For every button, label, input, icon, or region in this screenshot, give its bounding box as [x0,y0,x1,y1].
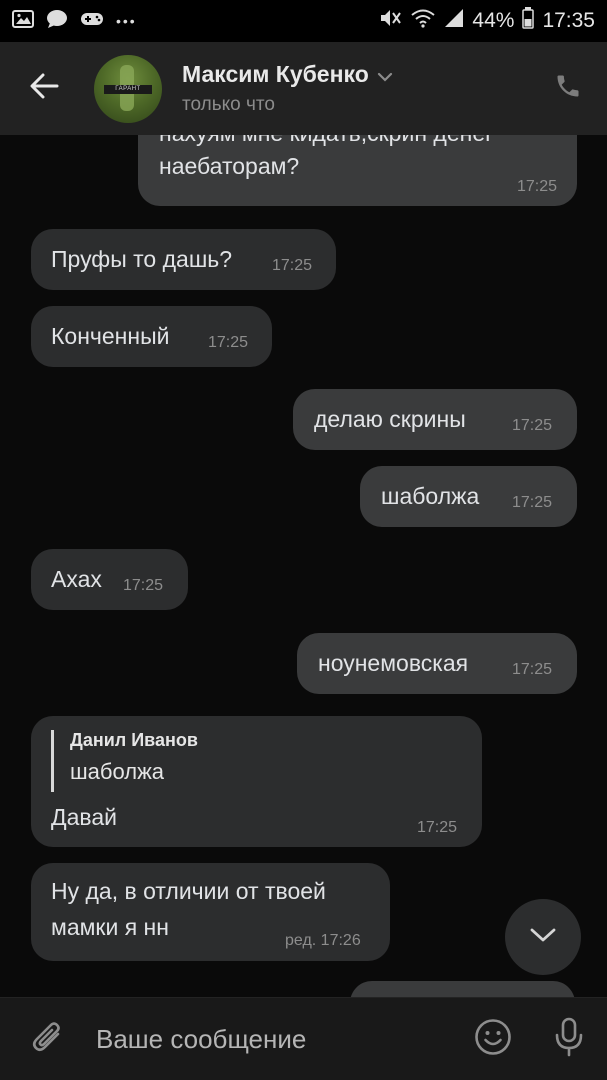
status-bar: ••• 44% 17:35 [0,0,607,42]
message-bubble-incoming[interactable]: Ахах 17:25 [31,549,188,610]
message-bubble-outgoing[interactable]: делаю скрины 17:25 [293,389,577,450]
gamepad-icon [80,10,104,33]
contact-name-text: Максим Кубенко [182,61,369,87]
message-bubble-incoming[interactable]: Ну да, в отличии от твоей мамки я нн ред… [31,863,390,961]
avatar[interactable]: ГАРАНТ [94,54,162,123]
message-text: Давай [51,804,117,830]
reply-quote[interactable]: Данил Иванов шаболжа [51,730,198,792]
message-input[interactable] [96,997,455,1080]
reply-author: Данил Иванов [70,730,198,750]
call-button[interactable] [529,42,607,135]
message-bubble-outgoing[interactable]: шаболжа 17:25 [360,466,577,527]
chevron-down-icon [529,927,557,948]
message-time: 17:25 [516,178,557,195]
signal-icon [444,8,464,34]
message-bubble-outgoing[interactable]: нахуям мне кидать,скрин денег наебаторам… [138,135,577,206]
chevron-down-icon [377,61,393,88]
message-bubble-incoming[interactable]: Конченный 17:25 [31,306,272,367]
message-text: Конченный [51,323,170,349]
message-bubble-outgoing[interactable]: ноунемовская 17:25 [297,633,577,694]
microphone-icon [554,1017,584,1062]
chat-icon [46,9,68,34]
gallery-icon [12,9,34,34]
message-list[interactable]: нахуям мне кидать,скрин денег наебаторам… [0,135,607,997]
smiley-icon [474,1018,512,1061]
paperclip-icon [31,1018,65,1061]
emoji-button[interactable] [455,998,531,1080]
scroll-down-button[interactable] [505,899,581,975]
back-button[interactable] [0,42,88,135]
mute-icon [378,7,402,35]
avatar-logo: ГАРАНТ [104,84,152,94]
contact-info[interactable]: Максим Кубенко только что [182,61,529,116]
message-text: Ахах [51,566,102,592]
message-text-line: наебаторам? [159,153,300,179]
message-time: 17:25 [512,417,553,434]
message-text: Пруфы то дашь? [51,246,233,272]
back-arrow-icon [29,73,59,104]
message-bubble-incoming[interactable]: Данил Иванов шаболжа Давай 17:25 [31,716,482,847]
message-text-line: Ну да, в отличии от твоей [51,878,326,904]
message-time: 17:25 [512,661,553,678]
message-text: нахуям мне кидать,скрин денег наебаторам… [159,135,494,183]
message-bubble-incoming[interactable]: Пруфы то дашь? 17:25 [31,229,336,290]
battery-percent: 44% [472,9,515,32]
message-time: 17:25 [417,819,458,836]
battery-icon [522,7,535,35]
more-icon: ••• [116,13,137,29]
voice-message-button[interactable] [531,998,607,1080]
message-time: 17:25 [208,334,249,351]
message-text: делаю скрины [314,406,466,432]
message-bubble-outgoing[interactable] [350,981,575,997]
contact-name: Максим Кубенко [182,61,529,88]
status-bar-right: 44% 17:35 [378,7,595,35]
message-text: шаболжа [381,483,480,509]
message-text-line: нахуям мне кидать,скрин денег [159,135,494,150]
message-time: 17:25 [272,257,313,274]
wifi-icon [410,8,436,34]
phone-icon [554,72,582,105]
attach-button[interactable] [0,998,96,1080]
status-bar-left-icons: ••• [12,9,137,34]
message-time: ред. 17:26 [285,932,361,949]
clock: 17:35 [542,9,595,32]
message-time: 17:25 [512,494,553,511]
message-text: ноунемовская [318,650,469,676]
message-composer [0,997,607,1080]
chat-header: ГАРАНТ Максим Кубенко только что [0,42,607,135]
message-time: 17:25 [123,577,164,594]
contact-status: только что [182,94,275,115]
reply-text: шаболжа [70,759,165,784]
